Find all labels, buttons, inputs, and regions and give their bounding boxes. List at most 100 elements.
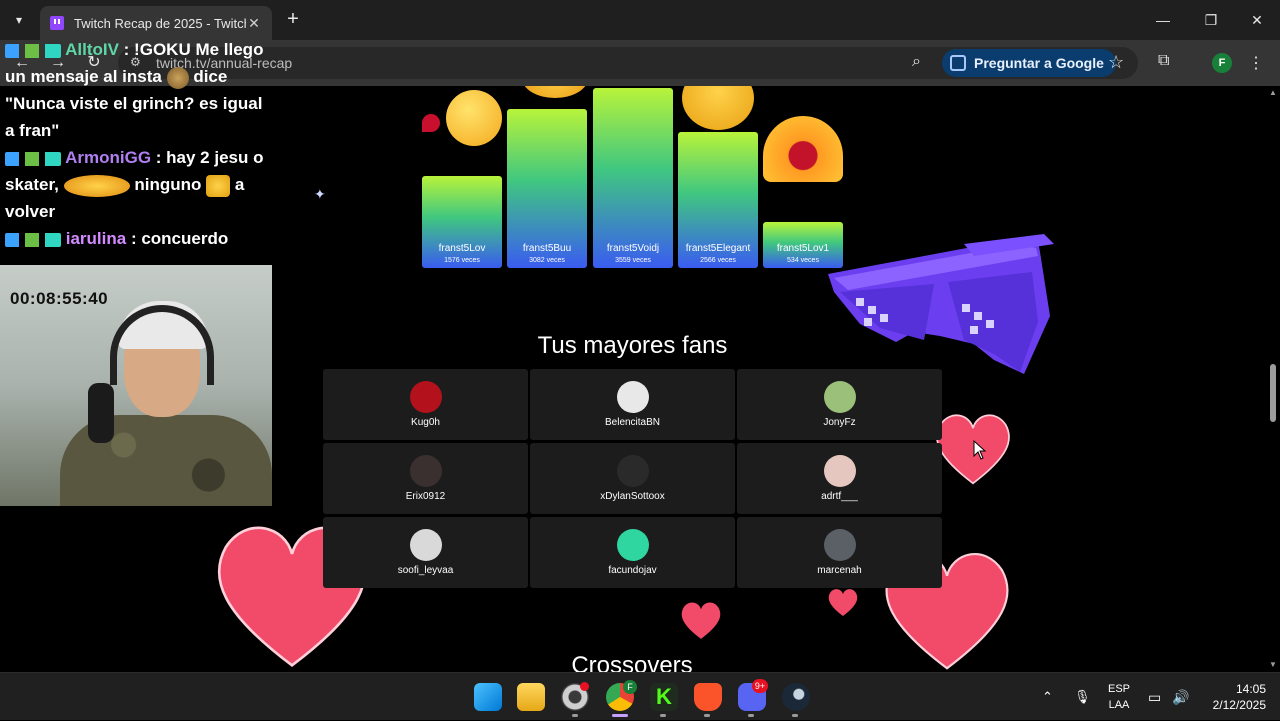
kick-icon[interactable]: K: [650, 683, 678, 711]
chat-message: AlltoIV : !GOKU Me llego: [0, 36, 272, 63]
browser-menu-icon[interactable]: ⋮: [1248, 53, 1264, 73]
bowtie-emote-icon: [682, 86, 754, 130]
scroll-up-arrow[interactable]: ▲: [1268, 88, 1278, 97]
fan-card[interactable]: marcenah: [737, 517, 942, 588]
chat-text: a fran": [5, 121, 60, 140]
crossovers-title: Crossovers: [571, 652, 693, 672]
bookmark-star-icon[interactable]: ☆: [1108, 52, 1124, 73]
scrollbar-thumb[interactable]: [1270, 364, 1276, 422]
scroll-down-arrow[interactable]: ▼: [1268, 660, 1278, 669]
windows-taskbar: F K 9+ ⌃ 🎙 ESP LAA ▭ 🔊 14:05 2/12/2025: [0, 672, 1280, 720]
running-indicator: [748, 714, 754, 717]
webcam-overlay: 00:08:55:40: [0, 265, 272, 506]
fan-card[interactable]: facundojav: [530, 517, 735, 588]
chat-badges-icon: [5, 151, 61, 166]
fan-name: adrtf___: [821, 491, 858, 502]
clock-date: 2/12/2025: [1212, 698, 1266, 712]
page-scrollbar[interactable]: ▲ ▼: [1266, 86, 1280, 672]
fan-name: Erix0912: [405, 491, 446, 502]
chat-message-cont: "Nunca viste el grinch? es igual: [0, 90, 272, 117]
google-lens-icon: [950, 55, 966, 71]
zoom-icon[interactable]: ⌕: [912, 53, 921, 71]
active-indicator: [612, 714, 628, 717]
fan-name: facundojav: [608, 565, 657, 576]
chat-text: volver: [5, 202, 56, 221]
file-explorer-icon[interactable]: [517, 683, 545, 711]
rose-icon: [422, 114, 440, 132]
fan-avatar: [616, 529, 649, 561]
emote-count: 3559 veces: [615, 257, 651, 264]
microphone-icon: [88, 383, 114, 443]
running-indicator: [792, 714, 798, 717]
chat-message-cont: un mensaje al insta dice: [0, 63, 272, 90]
discord-notification-badge: 9+: [752, 679, 768, 693]
emote-count: 2566 veces: [700, 257, 736, 264]
chat-emote-icon: [166, 66, 189, 89]
chat-text: dice: [193, 67, 228, 86]
grinning-emote-icon: [446, 90, 502, 146]
top-fans-grid: Kug0h BelencitaBN JonyFz Erix0912 xDylanSott…: [323, 369, 942, 588]
show-hidden-icons-button[interactable]: ⌃: [1042, 673, 1053, 721]
fan-avatar: [823, 381, 856, 413]
chat-text: un mensaje al insta: [5, 67, 162, 86]
fan-card[interactable]: soofi_leyvaa: [323, 517, 528, 588]
fan-card[interactable]: Kug0h: [323, 369, 528, 440]
fan-avatar: [409, 455, 442, 487]
chat-text: skater,: [5, 175, 59, 194]
tab-twitch-recap[interactable]: Twitch Recap de 2025 - Twitch ✕: [40, 6, 272, 40]
ask-google-label: Preguntar a Google: [974, 55, 1104, 71]
close-window-button[interactable]: ✕: [1234, 8, 1280, 32]
chat-badges-icon: [5, 43, 61, 58]
restore-button[interactable]: ❐: [1188, 8, 1234, 32]
emote-bar: franst5Voidj 3559 veces: [593, 88, 673, 268]
fan-avatar: [616, 381, 649, 413]
chat-badges-icon: [5, 232, 61, 247]
chat-text: : concuerdo: [130, 229, 229, 248]
kiss-emote-icon: [763, 116, 843, 182]
chrome-profile-badge: F: [623, 680, 637, 694]
emote-count: 3082 veces: [529, 257, 565, 264]
emote-name: franst5Buu: [522, 243, 572, 254]
ask-google-button[interactable]: Preguntar a Google: [942, 49, 1116, 77]
fan-card[interactable]: adrtf___: [737, 443, 942, 514]
emote-bar: franst5Lov 1576 veces: [422, 176, 502, 268]
stream-timer: 00:08:55:40: [10, 289, 109, 308]
new-tab-button[interactable]: +: [282, 8, 304, 32]
microphone-tray-icon[interactable]: 🎙: [1074, 673, 1091, 721]
fan-card[interactable]: xDylanSottoox: [530, 443, 735, 514]
windows-start-icon[interactable]: [474, 683, 502, 711]
fan-card[interactable]: Erix0912: [323, 443, 528, 514]
fan-name: Kug0h: [411, 417, 440, 428]
emote-top-icon: [522, 86, 588, 98]
tab-close-button[interactable]: ✕: [246, 15, 262, 32]
running-indicator: [572, 714, 578, 717]
system-clock[interactable]: 14:05 2/12/2025: [1200, 681, 1266, 713]
fan-card[interactable]: JonyFz: [737, 369, 942, 440]
chat-text: a: [234, 175, 245, 194]
sparkle-icon: ✦: [314, 186, 326, 202]
minimize-button[interactable]: —: [1140, 8, 1186, 32]
chat-message-cont: volver: [0, 198, 272, 225]
fan-card[interactable]: BelencitaBN: [530, 369, 735, 440]
volume-icon[interactable]: 🔊: [1172, 673, 1189, 721]
network-icon[interactable]: ▭: [1148, 673, 1161, 721]
steam-icon[interactable]: [782, 683, 810, 711]
fan-name: xDylanSottoox: [600, 491, 665, 502]
language-indicator[interactable]: ESP LAA: [1104, 681, 1134, 713]
profile-avatar[interactable]: F: [1212, 53, 1232, 73]
extensions-icon[interactable]: ⧉: [1158, 52, 1169, 70]
emote-name: franst5Elegant: [685, 243, 751, 254]
emote-count: 1576 veces: [444, 257, 480, 264]
emote-name: franst5Voidj: [606, 243, 660, 254]
brave-icon[interactable]: [694, 683, 722, 711]
chat-message-cont: skater, ninguno a: [0, 171, 272, 198]
tab-search-button[interactable]: ▾: [6, 8, 32, 32]
fan-name: soofi_leyvaa: [397, 565, 454, 576]
fan-name: BelencitaBN: [604, 417, 661, 428]
tab-title: Twitch Recap de 2025 - Twitch: [74, 15, 246, 31]
clock-time: 14:05: [1235, 682, 1266, 696]
fan-name: marcenah: [817, 565, 862, 576]
chat-username: ArmoniGG: [65, 148, 152, 167]
chat-message: ArmoniGG : hay 2 jesu o: [0, 144, 272, 171]
chat-message-cont: a fran": [0, 117, 272, 144]
